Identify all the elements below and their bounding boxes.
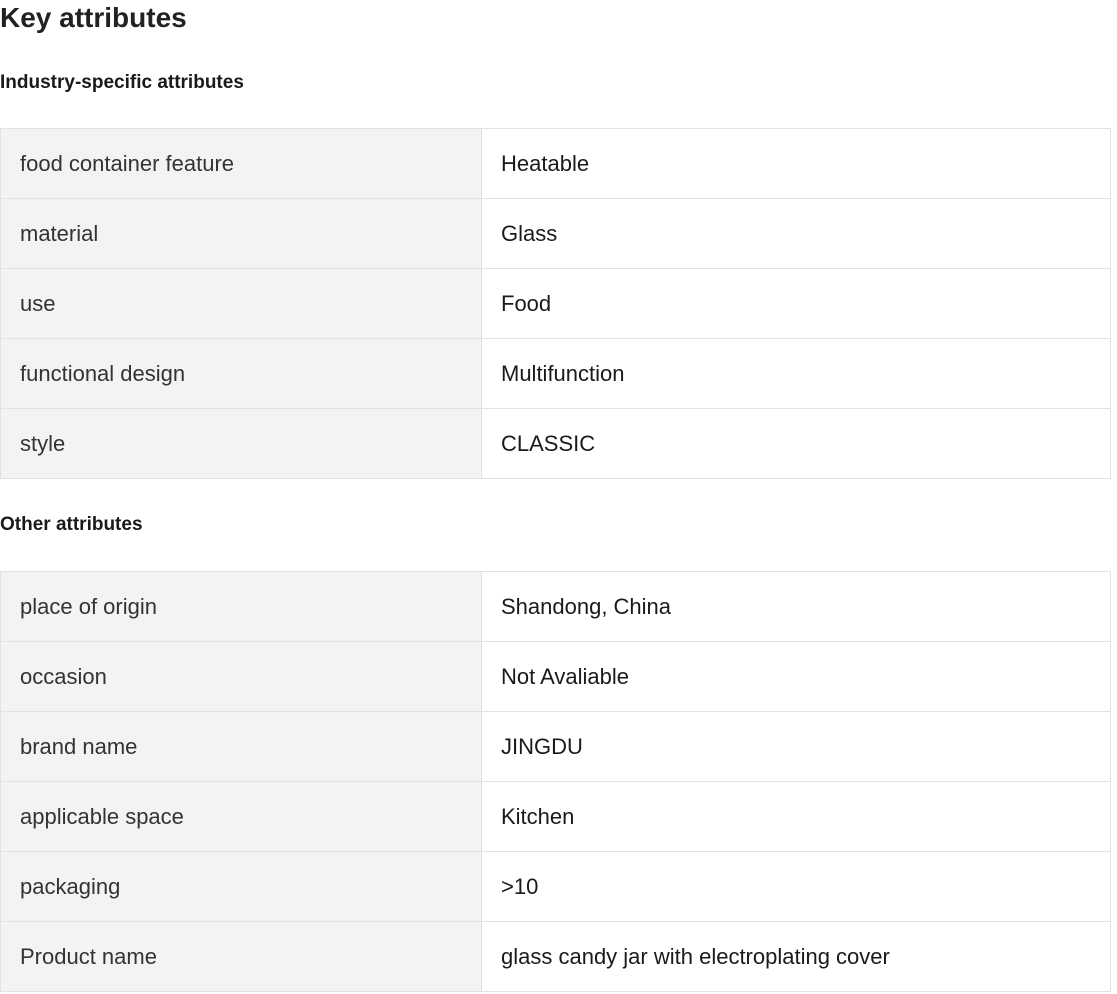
table-row: applicable space Kitchen: [0, 781, 1111, 852]
attribute-value: Food: [481, 268, 1111, 339]
table-row: functional design Multifunction: [0, 338, 1111, 409]
attribute-value: Multifunction: [481, 338, 1111, 409]
attribute-name: style: [0, 408, 482, 479]
attribute-value: Glass: [481, 198, 1111, 269]
attribute-name: Product name: [0, 921, 482, 992]
section-title-other: Other attributes: [0, 514, 143, 535]
attribute-name: place of origin: [0, 571, 482, 642]
attribute-name: functional design: [0, 338, 482, 409]
attribute-value: glass candy jar with electroplating cove…: [481, 921, 1111, 992]
attribute-value: Heatable: [481, 128, 1111, 199]
table-row: brand name JINGDU: [0, 711, 1111, 782]
table-row: Product name glass candy jar with electr…: [0, 921, 1111, 992]
attribute-name: use: [0, 268, 482, 339]
section-title-industry-specific: Industry-specific attributes: [0, 72, 244, 93]
table-row: material Glass: [0, 198, 1111, 269]
attribute-value: CLASSIC: [481, 408, 1111, 479]
table-row: place of origin Shandong, China: [0, 571, 1111, 642]
industry-attributes-table: food container feature Heatable material…: [0, 128, 1111, 479]
attribute-name: food container feature: [0, 128, 482, 199]
attribute-value: Kitchen: [481, 781, 1111, 852]
table-row: style CLASSIC: [0, 408, 1111, 479]
page-title: Key attributes: [0, 2, 187, 33]
attribute-value: >10: [481, 851, 1111, 922]
attribute-name: applicable space: [0, 781, 482, 852]
other-attributes-table: place of origin Shandong, China occasion…: [0, 571, 1111, 992]
table-row: packaging >10: [0, 851, 1111, 922]
table-row: occasion Not Avaliable: [0, 641, 1111, 712]
table-row: food container feature Heatable: [0, 128, 1111, 199]
attribute-name: occasion: [0, 641, 482, 712]
attribute-value: Not Avaliable: [481, 641, 1111, 712]
table-row: use Food: [0, 268, 1111, 339]
attribute-name: packaging: [0, 851, 482, 922]
attribute-value: Shandong, China: [481, 571, 1111, 642]
attribute-name: brand name: [0, 711, 482, 782]
attribute-value: JINGDU: [481, 711, 1111, 782]
attribute-name: material: [0, 198, 482, 269]
